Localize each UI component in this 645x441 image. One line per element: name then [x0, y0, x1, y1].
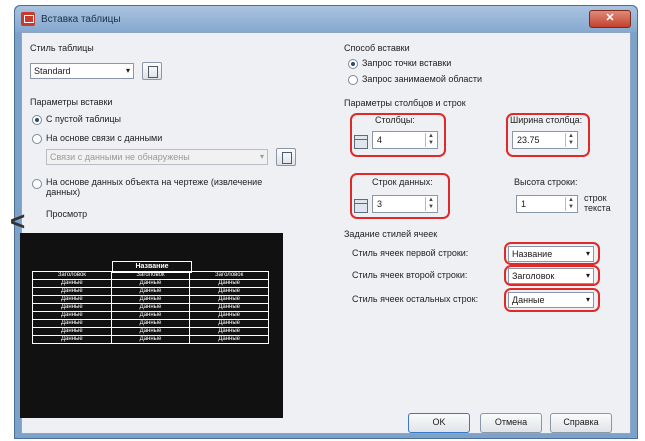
preview-data-cell: Данные	[110, 335, 191, 344]
radio-insert-window[interactable]	[348, 75, 358, 85]
cell-styles-label: Задание стилей ячеек	[344, 229, 438, 239]
radio-object-data[interactable]	[32, 179, 42, 189]
preview-data-cell: Данные	[110, 287, 191, 296]
preview-data-row: Данные Данные Данные	[32, 327, 269, 336]
preview-data-row: Данные Данные Данные	[32, 279, 269, 288]
title-bar: Вставка таблицы ✕	[15, 6, 637, 32]
radio-empty-table[interactable]	[32, 115, 42, 125]
preview-data-cell: Данные	[32, 279, 112, 288]
preview-header-cell: Заголовок	[189, 271, 269, 280]
preview-grid: Заголовок Заголовок Заголовок Данные Данн…	[32, 271, 269, 344]
preview-data-cell: Данные	[32, 327, 112, 336]
chevron-down-icon: ▾	[125, 66, 130, 75]
preview-data-cell: Данные	[110, 311, 191, 320]
second-row-style-label: Стиль ячеек второй строки:	[352, 270, 468, 280]
preview-data-cell: Данные	[189, 287, 269, 296]
preview-data-cell: Данные	[189, 295, 269, 304]
colrow-params-label: Параметры столбцов и строк	[344, 98, 466, 108]
preview-data-cell: Данные	[32, 319, 112, 328]
highlight-column-width	[506, 113, 590, 157]
preview-data-cell: Данные	[189, 335, 269, 344]
preview-data-cell: Данные	[189, 327, 269, 336]
app-icon	[21, 12, 35, 26]
table-style-label: Стиль таблицы	[30, 43, 94, 53]
table-style-icon	[148, 66, 158, 78]
highlight-columns	[350, 113, 446, 157]
table-style-dialog-button[interactable]	[142, 62, 162, 80]
preview-data-cell: Данные	[110, 279, 191, 288]
preview-data-cell: Данные	[32, 287, 112, 296]
table-style-select[interactable]: Standard ▾	[30, 63, 134, 79]
cancel-button[interactable]: Отмена	[480, 413, 542, 433]
radio-datalink-label: На основе связи с данными	[46, 133, 163, 143]
preview-data-cell: Данные	[32, 335, 112, 344]
highlight-other-rows-style	[504, 288, 600, 312]
row-height-value: 1	[521, 199, 527, 209]
back-arrow-icon[interactable]: <	[10, 206, 25, 237]
spinner-arrows-icon[interactable]: ▲ ▼	[565, 197, 576, 211]
preview-data-cell: Данные	[189, 311, 269, 320]
preview-data-cell: Данные	[189, 303, 269, 312]
radio-datalink[interactable]	[32, 134, 42, 144]
preview-header-cell: Заголовок	[110, 271, 191, 280]
row-height-unit: строк текста	[584, 193, 611, 213]
preview-data-row: Данные Данные Данные	[32, 287, 269, 296]
preview-data-row: Данные Данные Данные	[32, 319, 269, 328]
radio-object-data-label: На основе данных объекта на чертеже (изв…	[46, 177, 263, 197]
datalink-select[interactable]: Связи с данными не обнаружены ▾	[46, 149, 268, 165]
preview-data-cell: Данные	[110, 303, 191, 312]
radio-insert-point[interactable]	[348, 59, 358, 69]
datalink-manager-button[interactable]	[276, 148, 296, 166]
window-title: Вставка таблицы	[41, 14, 121, 25]
radio-empty-table-label: С пустой таблицы	[46, 114, 122, 124]
preview-data-cell: Данные	[189, 279, 269, 288]
preview-data-row: Данные Данные Данные	[32, 303, 269, 312]
preview-data-cell: Данные	[189, 319, 269, 328]
radio-insert-window-label: Запрос занимаемой области	[362, 74, 483, 84]
preview-data-row: Данные Данные Данные	[32, 295, 269, 304]
ok-button[interactable]: OK	[408, 413, 470, 433]
preview-data-cell: Данные	[32, 311, 112, 320]
datalink-icon	[282, 152, 292, 164]
preview-data-cell: Данные	[110, 319, 191, 328]
preview-data-cell: Данные	[110, 295, 191, 304]
preview-header-cell: Заголовок	[32, 271, 112, 280]
preview-data-row: Данные Данные Данные	[32, 335, 269, 344]
close-button[interactable]: ✕	[589, 10, 631, 28]
datalink-placeholder: Связи с данными не обнаружены	[50, 152, 190, 162]
highlight-second-row-style	[504, 265, 600, 286]
insert-method-label: Способ вставки	[344, 43, 410, 53]
table-preview: Название Заголовок Заголовок Заголовок Д…	[20, 233, 283, 418]
help-button[interactable]: Справка	[550, 413, 612, 433]
row-height-spinner[interactable]: 1 ▲ ▼	[516, 195, 578, 213]
row-height-label: Высота строки:	[514, 177, 578, 187]
highlight-data-rows	[350, 173, 450, 219]
chevron-down-icon: ▾	[259, 152, 264, 161]
preview-checkbox-label: Просмотр	[46, 209, 88, 219]
preview-data-cell: Данные	[110, 327, 191, 336]
preview-data-row: Данные Данные Данные	[32, 311, 269, 320]
first-row-style-label: Стиль ячеек первой строки:	[352, 248, 469, 258]
radio-insert-point-label: Запрос точки вставки	[362, 58, 452, 68]
other-rows-style-label: Стиль ячеек остальных строк:	[352, 294, 479, 304]
table-style-value: Standard	[34, 66, 71, 76]
preview-data-cell: Данные	[32, 303, 112, 312]
highlight-first-row-style	[504, 242, 600, 265]
insert-params-label: Параметры вставки	[30, 97, 113, 107]
preview-data-cell: Данные	[32, 295, 112, 304]
